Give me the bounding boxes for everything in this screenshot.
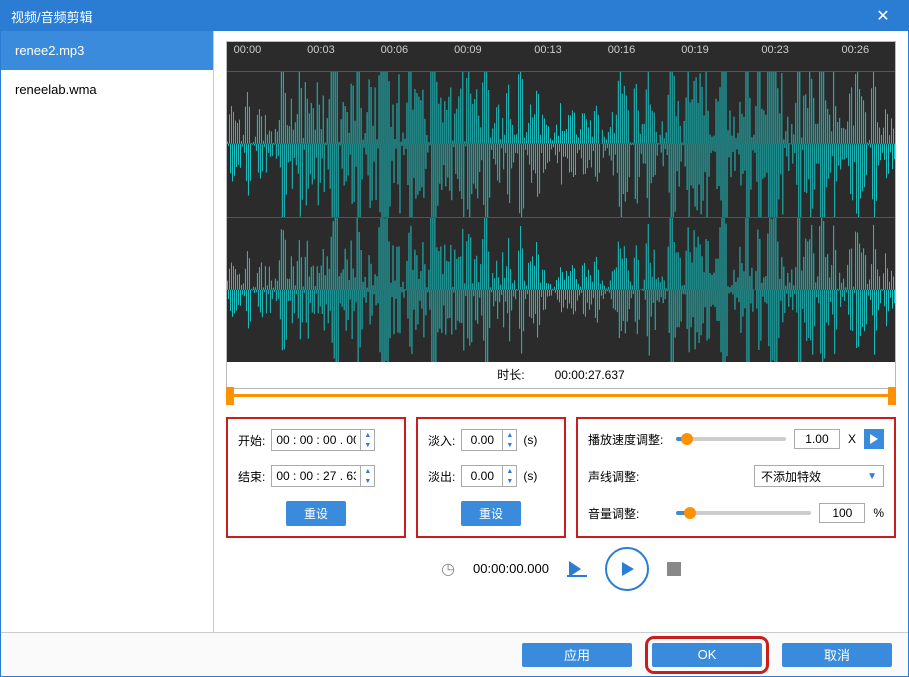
- fadeout-label: 淡出:: [428, 468, 455, 485]
- fadein-spinner[interactable]: ▲▼: [461, 429, 517, 451]
- panel-fade: 淡入: ▲▼ (s) 淡出: ▲▼ (s) 重设: [416, 417, 566, 538]
- stop-button[interactable]: [667, 562, 681, 576]
- file-sidebar: renee2.mp3 reneelab.wma: [1, 31, 214, 632]
- fadein-unit: (s): [523, 433, 537, 447]
- main-area: renee2.mp3 reneelab.wma 00:00 00:03 00:0…: [1, 31, 908, 632]
- slider-thumb[interactable]: [681, 433, 693, 445]
- fadeout-unit: (s): [523, 469, 537, 483]
- waveform-channel-left: placeholder: [227, 72, 895, 218]
- ruler-tick: 00:00: [234, 44, 262, 56]
- speed-label: 播放速度调整:: [588, 431, 668, 448]
- spinner-up-icon[interactable]: ▲: [503, 430, 516, 440]
- waveform-channel-right: [227, 218, 895, 363]
- start-time-spinner[interactable]: ▲▼: [271, 429, 375, 451]
- volume-input[interactable]: [819, 503, 865, 523]
- sidebar-item-file[interactable]: reneelab.wma: [1, 70, 213, 109]
- ruler-tick: 00:16: [608, 44, 636, 56]
- content-area: 00:00 00:03 00:06 00:09 00:13 00:16 00:1…: [214, 31, 908, 632]
- reset-time-button[interactable]: 重设: [286, 501, 346, 526]
- apply-button[interactable]: 应用: [522, 643, 632, 667]
- duration-bar: 时长: 00:00:27.637: [226, 361, 896, 389]
- slider-thumb[interactable]: [684, 507, 696, 519]
- preview-speed-button[interactable]: [864, 429, 884, 449]
- range-selector[interactable]: [226, 387, 896, 405]
- sidebar-item-label: renee2.mp3: [15, 43, 84, 58]
- ruler-tick: 00:23: [761, 44, 789, 56]
- waveform-svg: placeholder: [227, 72, 895, 217]
- footer-bar: 应用 OK 取消: [1, 632, 908, 676]
- waveform-svg: [227, 218, 895, 363]
- waveform-container[interactable]: 00:00 00:03 00:06 00:09 00:13 00:16 00:1…: [226, 41, 896, 361]
- ruler-tick: 00:03: [307, 44, 335, 56]
- volume-label: 音量调整:: [588, 505, 668, 522]
- playhead-time: 00:00:00.000: [473, 561, 549, 576]
- ruler-tick: 00:09: [454, 44, 482, 56]
- speed-input[interactable]: [794, 429, 840, 449]
- spinner-down-icon[interactable]: ▼: [503, 440, 516, 450]
- reset-fade-button[interactable]: 重设: [461, 501, 521, 526]
- window-title: 视频/音频剪辑: [11, 7, 868, 26]
- voice-select-value: 不添加特效: [761, 468, 821, 485]
- ruler-tick: 00:26: [842, 44, 870, 56]
- start-label: 开始:: [238, 432, 265, 449]
- play-button[interactable]: [605, 547, 649, 591]
- range-handle-end[interactable]: [888, 387, 896, 405]
- speed-slider[interactable]: [676, 437, 786, 441]
- time-ruler: 00:00 00:03 00:06 00:09 00:13 00:16 00:1…: [227, 42, 895, 72]
- ruler-tick: 00:13: [534, 44, 562, 56]
- mark-in-button[interactable]: [567, 561, 587, 577]
- sidebar-item-label: reneelab.wma: [15, 82, 97, 97]
- chevron-down-icon: ▼: [867, 471, 877, 482]
- fadeout-spinner[interactable]: ▲▼: [461, 465, 517, 487]
- spinner-up-icon[interactable]: ▲: [361, 466, 374, 476]
- duration-label: 时长:: [497, 366, 524, 383]
- fadein-label: 淡入:: [428, 432, 455, 449]
- voice-label: 声线调整:: [588, 468, 668, 485]
- close-icon[interactable]: ✕: [868, 6, 898, 26]
- titlebar: 视频/音频剪辑 ✕: [1, 1, 908, 31]
- ok-button[interactable]: OK: [652, 643, 762, 667]
- end-time-spinner[interactable]: ▲▼: [271, 465, 375, 487]
- control-panels: 开始: ▲▼ 结束: ▲▼ 重设: [226, 417, 896, 538]
- spinner-up-icon[interactable]: ▲: [503, 466, 516, 476]
- end-time-input[interactable]: [272, 467, 360, 485]
- range-line: [226, 394, 896, 397]
- range-handle-start[interactable]: [226, 387, 234, 405]
- spinner-up-icon[interactable]: ▲: [361, 430, 374, 440]
- clock-icon: ◷: [441, 559, 455, 579]
- panel-adjust: 播放速度调整: X 声线调整: 不添加特效 ▼: [576, 417, 896, 538]
- fadein-input[interactable]: [462, 431, 502, 449]
- ruler-tick: 00:19: [681, 44, 709, 56]
- cancel-button[interactable]: 取消: [782, 643, 892, 667]
- spinner-down-icon[interactable]: ▼: [361, 476, 374, 486]
- duration-value: 00:00:27.637: [555, 368, 625, 382]
- start-time-input[interactable]: [272, 431, 360, 449]
- end-label: 结束:: [238, 468, 265, 485]
- waveform-display[interactable]: placeholder: [227, 72, 895, 362]
- ruler-tick: 00:06: [381, 44, 409, 56]
- transport-bar: ◷ 00:00:00.000: [226, 538, 896, 598]
- panel-start-end: 开始: ▲▼ 结束: ▲▼ 重设: [226, 417, 406, 538]
- spinner-down-icon[interactable]: ▼: [503, 476, 516, 486]
- voice-select[interactable]: 不添加特效 ▼: [754, 465, 884, 487]
- speed-unit: X: [848, 432, 856, 446]
- sidebar-item-file[interactable]: renee2.mp3: [1, 31, 213, 70]
- spinner-down-icon[interactable]: ▼: [361, 440, 374, 450]
- fadeout-input[interactable]: [462, 467, 502, 485]
- volume-slider[interactable]: [676, 511, 811, 515]
- volume-unit: %: [873, 506, 884, 520]
